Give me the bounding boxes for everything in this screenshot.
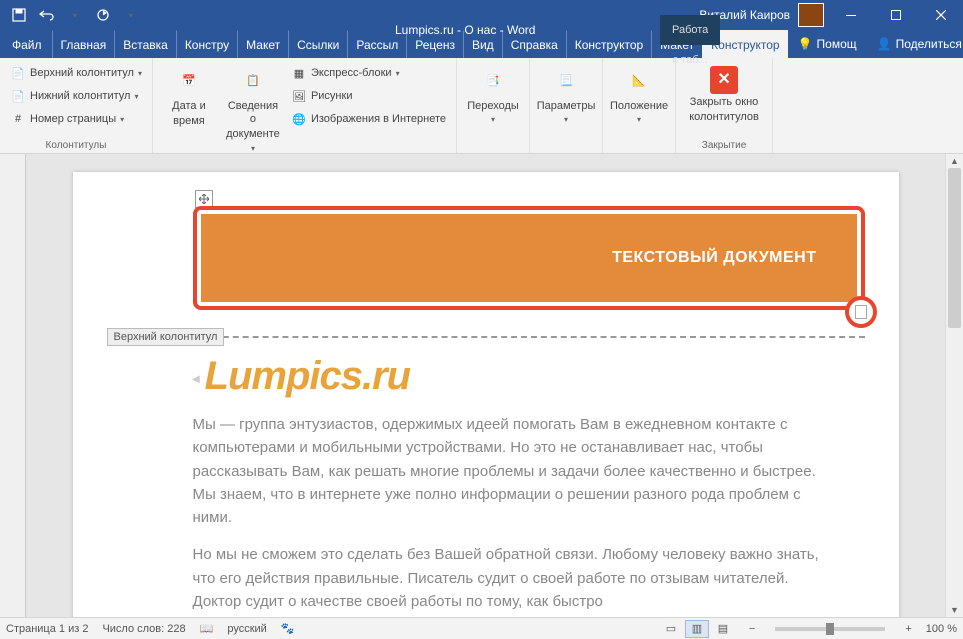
zoom-out-button[interactable]: −: [749, 623, 755, 635]
tab-file[interactable]: Файл: [4, 30, 50, 58]
status-bar: Страница 1 из 2 Число слов: 228 📖 русски…: [0, 617, 963, 639]
window-controls: [828, 0, 963, 30]
pictures-button[interactable]: 🖼Рисунки: [287, 85, 450, 107]
document-info-button[interactable]: 📋 Сведения одокументе: [223, 62, 283, 157]
ribbon: 📄Верхний колонтитул 📄Нижний колонтитул #…: [0, 58, 963, 154]
paragraph-1: Мы — группа энтузиастов, одержимых идеей…: [193, 413, 829, 529]
page: ТЕКСТОВЫЙ ДОКУМЕНТ Верхний колонтитул Lu…: [73, 172, 899, 617]
page-status[interactable]: Страница 1 из 2: [6, 623, 88, 635]
redo-icon[interactable]: [90, 3, 116, 27]
tab-table-design[interactable]: Конструктор: [566, 30, 651, 58]
read-mode-button[interactable]: ▭: [659, 620, 683, 638]
undo-dropdown-icon[interactable]: [62, 3, 88, 27]
online-pictures-button[interactable]: 🌐Изображения в Интернете: [287, 108, 450, 130]
hash-icon: #: [10, 111, 26, 127]
quick-access-toolbar: [0, 3, 150, 27]
language-status[interactable]: русский: [227, 623, 266, 635]
avatar[interactable]: [798, 3, 824, 27]
group-label-close: Закрытие: [682, 138, 766, 151]
vertical-scrollbar[interactable]: ▲ ▼: [945, 154, 963, 617]
scroll-down-icon[interactable]: ▼: [946, 603, 963, 617]
zoom-in-button[interactable]: +: [905, 623, 911, 635]
tab-home[interactable]: Главная: [52, 30, 115, 58]
group-options: 📃Параметры: [530, 58, 603, 153]
date-time-button[interactable]: 📅 Дата ивремя: [159, 62, 219, 157]
zoom-level[interactable]: 100 %: [926, 623, 957, 635]
tab-references[interactable]: Ссылки: [288, 30, 347, 58]
maximize-button[interactable]: [873, 0, 918, 30]
group-navigation: 📑Переходы: [457, 58, 530, 153]
header-banner-text[interactable]: ТЕКСТОВЫЙ ДОКУМЕНТ: [201, 214, 857, 302]
picture-icon: 🖼: [291, 88, 307, 104]
tab-design[interactable]: Констру: [176, 30, 237, 58]
position-icon: 📐: [623, 66, 655, 98]
scroll-thumb[interactable]: [948, 168, 961, 328]
document-viewport[interactable]: ТЕКСТОВЫЙ ДОКУМЕНТ Верхний колонтитул Lu…: [26, 154, 945, 617]
options-icon: 📃: [550, 66, 582, 98]
calendar-icon: 📅: [173, 66, 205, 98]
qat-customize-icon[interactable]: [118, 3, 144, 27]
header-banner-box[interactable]: ТЕКСТОВЫЙ ДОКУМЕНТ: [193, 206, 865, 310]
print-layout-button[interactable]: ▥: [685, 620, 709, 638]
word-count[interactable]: Число слов: 228: [102, 623, 185, 635]
group-headers: 📄Верхний колонтитул 📄Нижний колонтитул #…: [0, 58, 153, 153]
document-area: ТЕКСТОВЫЙ ДОКУМЕНТ Верхний колонтитул Lu…: [0, 154, 963, 617]
window-title: Lumpics.ru - О нас - Word: [395, 15, 535, 45]
tab-layout[interactable]: Макет: [237, 30, 288, 58]
save-icon[interactable]: [6, 3, 32, 27]
zoom-slider[interactable]: [775, 627, 885, 631]
document-body[interactable]: Lumpics.ru Мы — группа энтузиастов, одер…: [73, 338, 899, 613]
group-label-headers: Колонтитулы: [6, 138, 146, 151]
share-icon: 👤: [877, 37, 892, 51]
navigation-button[interactable]: 📑Переходы: [463, 62, 523, 138]
view-buttons: ▭ ▥ ▤: [659, 620, 735, 638]
title-bar: Lumpics.ru - О нас - Word Работа с таб..…: [0, 0, 963, 30]
paragraph-2: Но мы не сможем это сделать без Вашей об…: [193, 543, 829, 613]
position-button[interactable]: 📐Положение: [609, 62, 669, 138]
nav-icon: 📑: [477, 66, 509, 98]
header-icon: 📄: [10, 65, 26, 81]
footer-button[interactable]: 📄Нижний колонтитул: [6, 85, 146, 107]
blocks-icon: ▦: [291, 65, 307, 81]
lightbulb-icon: 💡: [798, 37, 813, 51]
scroll-up-icon[interactable]: ▲: [946, 154, 963, 168]
close-x-icon: ✕: [710, 66, 738, 94]
tell-me[interactable]: 💡Помощ: [788, 30, 867, 58]
quick-parts-button[interactable]: ▦Экспресс-блоки: [287, 62, 450, 84]
tab-insert[interactable]: Вставка: [114, 30, 176, 58]
site-title: Lumpics.ru: [193, 354, 829, 399]
web-layout-button[interactable]: ▤: [711, 620, 735, 638]
accessibility-icon[interactable]: 🐾: [281, 622, 295, 635]
minimize-button[interactable]: [828, 0, 873, 30]
page-number-button[interactable]: #Номер страницы: [6, 108, 146, 130]
options-button[interactable]: 📃Параметры: [536, 62, 596, 138]
context-tab-label: Работа с таб...: [660, 15, 720, 45]
close-button[interactable]: [918, 0, 963, 30]
share-button[interactable]: 👤Поделиться: [867, 30, 963, 58]
group-insert: 📅 Дата ивремя 📋 Сведения одокументе ▦Экс…: [153, 58, 457, 153]
vertical-ruler[interactable]: [0, 154, 26, 617]
header-zone[interactable]: ТЕКСТОВЫЙ ДОКУМЕНТ Верхний колонтитул: [73, 172, 899, 338]
footer-icon: 📄: [10, 88, 26, 104]
document-icon: 📋: [237, 66, 269, 98]
globe-icon: 🌐: [291, 111, 307, 127]
header-button[interactable]: 📄Верхний колонтитул: [6, 62, 146, 84]
zoom-thumb[interactable]: [826, 623, 834, 635]
table-resize-handle[interactable]: [845, 296, 877, 328]
group-position: 📐Положение: [603, 58, 676, 153]
header-tag: Верхний колонтитул: [107, 328, 225, 346]
undo-icon[interactable]: [34, 3, 60, 27]
header-divider: Верхний колонтитул: [193, 336, 865, 338]
spellcheck-icon[interactable]: 📖: [200, 622, 214, 635]
